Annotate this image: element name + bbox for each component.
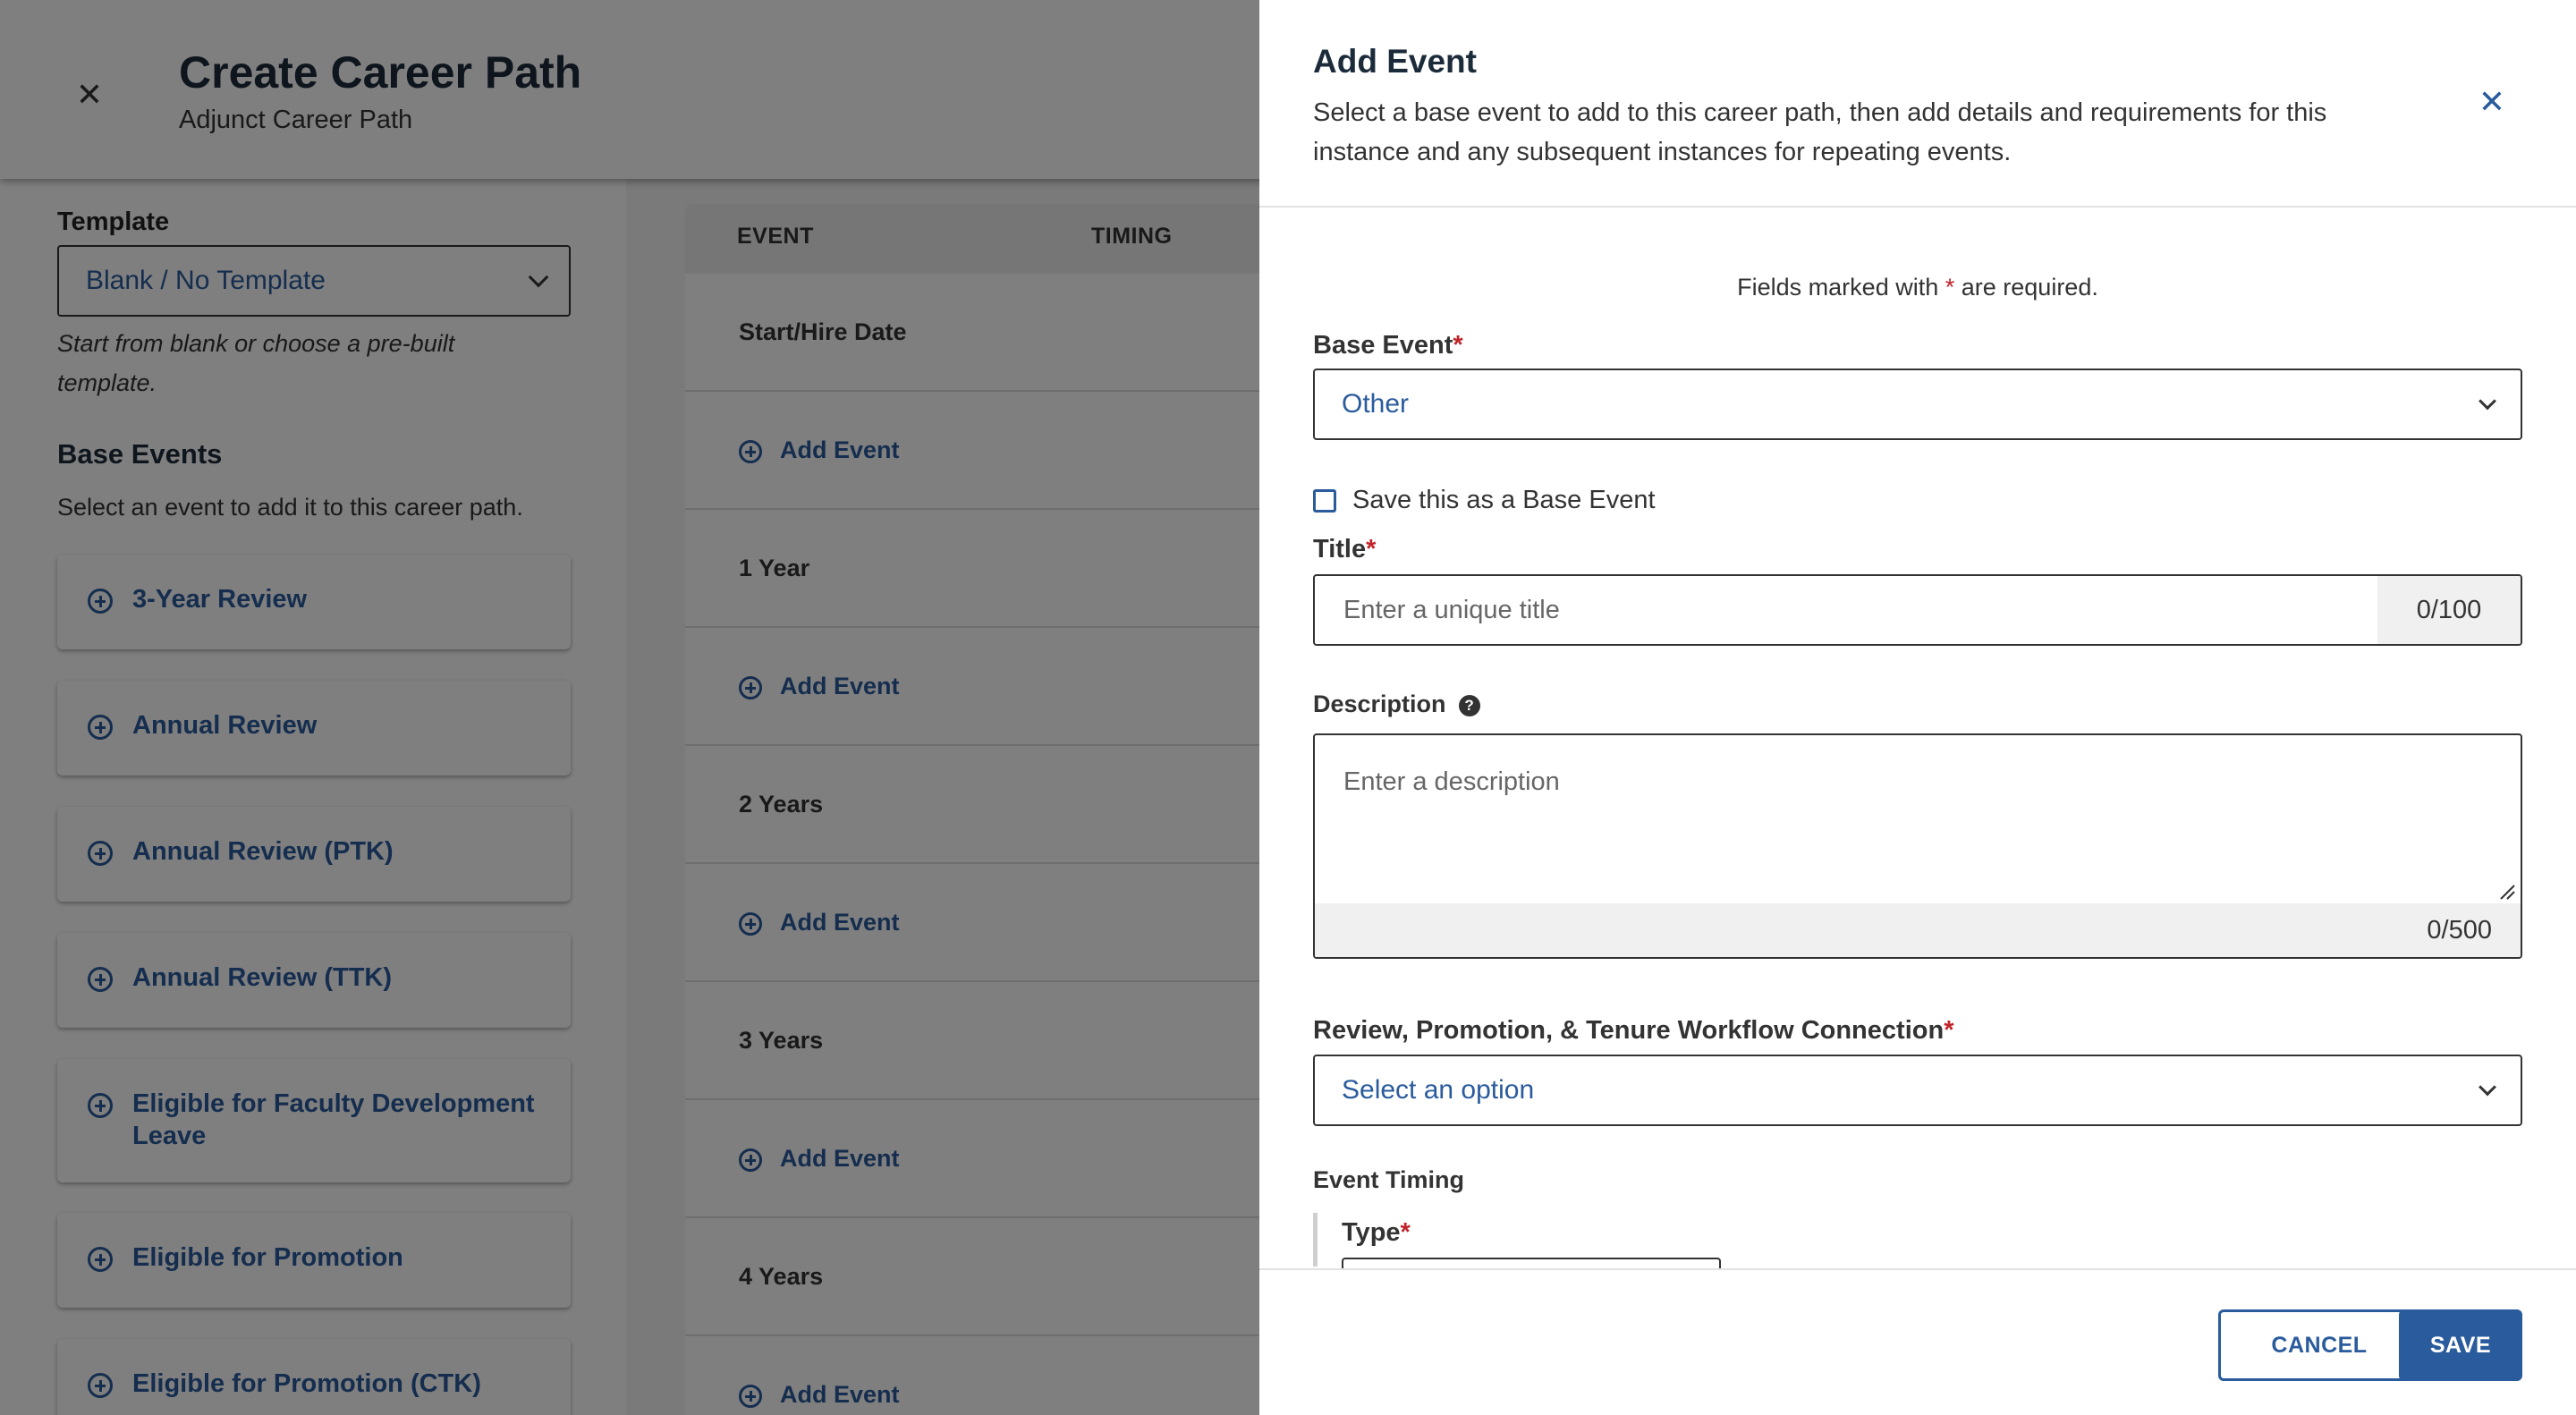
drawer-description: Select a base event to add to this caree… <box>1313 98 2327 166</box>
required-star: * <box>1944 1016 1954 1045</box>
base-event-select[interactable]: Other <box>1313 369 2522 440</box>
event-timing-divider <box>1313 1213 1318 1267</box>
required-star: * <box>1453 331 1463 360</box>
drawer-footer: CANCEL SAVE <box>1259 1268 2576 1415</box>
base-event-label-text: Base Event <box>1313 331 1453 360</box>
add-event-drawer: Add Event Select a base event to add to … <box>1259 0 2576 1415</box>
workflow-select-value: Select an option <box>1342 1075 1535 1105</box>
required-star: * <box>1366 535 1377 563</box>
workflow-label-text: Review, Promotion, & Tenure Workflow Con… <box>1313 1016 1945 1045</box>
required-star: * <box>1945 274 1955 301</box>
resize-handle-icon[interactable] <box>2497 882 2515 900</box>
event-timing-label: Event Timing <box>1313 1166 1465 1193</box>
title-label-text: Title <box>1313 535 1367 563</box>
title-input[interactable] <box>1315 576 2379 644</box>
required-star: * <box>1400 1218 1411 1247</box>
description-label-text: Description <box>1313 691 1446 717</box>
chevron-down-icon <box>2479 1078 2496 1097</box>
required-note: Fields marked with * are required. <box>1259 274 2576 301</box>
title-char-counter: 0/100 <box>2377 576 2521 644</box>
description-field: 0/500 <box>1313 733 2522 959</box>
save-as-base-event-label: Save this as a Base Event <box>1352 486 1656 514</box>
base-event-label: Base Event* <box>1313 331 1463 360</box>
workflow-select[interactable]: Select an option <box>1313 1055 2522 1126</box>
modal-overlay[interactable] <box>0 0 1259 1415</box>
drawer-title: Add Event <box>1313 43 1477 80</box>
description-textarea[interactable] <box>1315 735 2521 903</box>
career-path-page: ✕ Create Career Path Adjunct Career Path… <box>0 0 2576 1415</box>
save-as-base-event-checkbox[interactable] <box>1313 489 1336 513</box>
description-label: Description? <box>1313 691 1480 718</box>
workflow-label: Review, Promotion, & Tenure Workflow Con… <box>1313 1016 1953 1046</box>
required-note-text: Fields marked with <box>1737 274 1945 301</box>
cancel-button[interactable]: CANCEL <box>2218 1309 2420 1381</box>
type-label: Type* <box>1342 1218 1411 1248</box>
required-note-text: are required. <box>1954 274 2098 301</box>
close-icon[interactable]: ✕ <box>2476 86 2508 118</box>
type-label-text: Type <box>1342 1218 1401 1247</box>
title-label: Title* <box>1313 535 1376 564</box>
drawer-header: Add Event Select a base event to add to … <box>1259 0 2576 208</box>
title-field: 0/100 <box>1313 574 2522 646</box>
save-button[interactable]: SAVE <box>2399 1309 2522 1381</box>
description-char-counter: 0/500 <box>1315 903 2521 957</box>
base-event-select-value: Other <box>1342 389 1410 419</box>
help-icon[interactable]: ? <box>1458 695 1480 716</box>
chevron-down-icon <box>2479 392 2496 411</box>
